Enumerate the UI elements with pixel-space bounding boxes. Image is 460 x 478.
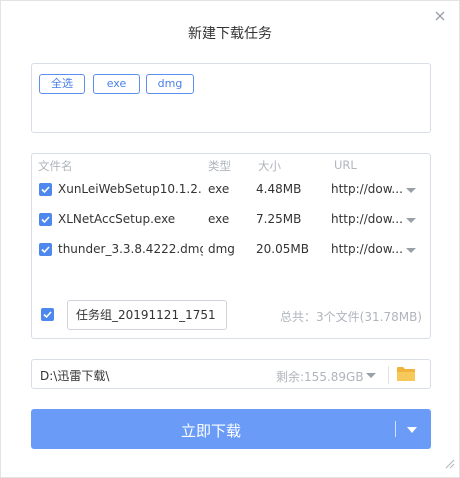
table-row: XLNetAccSetup.exe exe 7.25MB http://dow.…: [32, 208, 430, 232]
filter-exe-button[interactable]: exe: [93, 74, 140, 94]
table-row: XunLeiWebSetup10.1.2... exe 4.48MB http:…: [32, 178, 430, 202]
file-size: 4.48MB: [256, 182, 302, 196]
table-row: thunder_3.3.8.4222.dmg dmg 20.05MB http:…: [32, 238, 430, 262]
file-size: 20.05MB: [256, 242, 309, 256]
total-summary: 总共：3个文件(31.78MB): [280, 310, 422, 324]
filter-dmg-button[interactable]: dmg: [146, 74, 194, 94]
check-icon: [41, 186, 50, 194]
check-icon: [41, 216, 50, 224]
row-checkbox[interactable]: [39, 243, 52, 256]
filter-select-all-button[interactable]: 全选: [39, 74, 85, 94]
check-icon: [43, 311, 52, 319]
chevron-down-icon[interactable]: [366, 373, 376, 378]
chevron-down-icon[interactable]: [406, 248, 416, 253]
folder-icon[interactable]: [396, 365, 416, 387]
resize-grip-icon[interactable]: [443, 454, 455, 473]
chevron-down-icon[interactable]: [406, 188, 416, 193]
row-checkbox[interactable]: [39, 183, 52, 196]
row-checkbox[interactable]: [39, 213, 52, 226]
group-checkbox[interactable]: [41, 308, 54, 321]
task-group-name-input[interactable]: 任务组_20191121_1751: [67, 300, 227, 330]
file-type: dmg: [208, 242, 235, 256]
column-header-url: URL: [334, 158, 357, 172]
download-button-label: 立即下载: [180, 422, 241, 440]
file-type: exe: [208, 182, 230, 196]
file-name: XLNetAccSetup.exe: [58, 212, 176, 226]
new-download-dialog: 新建下载任务 全选 exe dmg 文件名 类型 大小 URL XunLeiWe…: [0, 0, 460, 478]
file-url: http://dow...: [331, 182, 403, 196]
file-list-panel: 文件名 类型 大小 URL XunLeiWebSetup10.1.2... ex…: [31, 153, 431, 339]
save-path-field[interactable]: D:\迅雷下载\ 剩余:155.89GB: [31, 359, 431, 389]
divider: [388, 366, 389, 384]
chevron-down-icon[interactable]: [407, 427, 417, 433]
file-name: XunLeiWebSetup10.1.2...: [58, 182, 203, 196]
file-type: exe: [208, 212, 230, 226]
file-url: http://dow...: [331, 242, 403, 256]
file-size: 7.25MB: [256, 212, 302, 226]
file-url: http://dow...: [331, 212, 403, 226]
close-icon[interactable]: [433, 9, 447, 23]
check-icon: [41, 246, 50, 254]
column-header-name: 文件名: [38, 159, 73, 173]
filter-panel: 全选 exe dmg: [31, 63, 431, 133]
chevron-down-icon[interactable]: [406, 218, 416, 223]
free-space-label: 剩余:155.89GB: [276, 370, 364, 384]
column-header-size: 大小: [258, 159, 281, 173]
download-now-button[interactable]: 立即下载: [31, 409, 431, 449]
file-name: thunder_3.3.8.4222.dmg: [58, 242, 203, 256]
dialog-title: 新建下载任务: [188, 26, 272, 42]
divider: [395, 421, 396, 437]
save-path-value: D:\迅雷下载\: [40, 369, 110, 383]
column-header-type: 类型: [208, 159, 231, 173]
